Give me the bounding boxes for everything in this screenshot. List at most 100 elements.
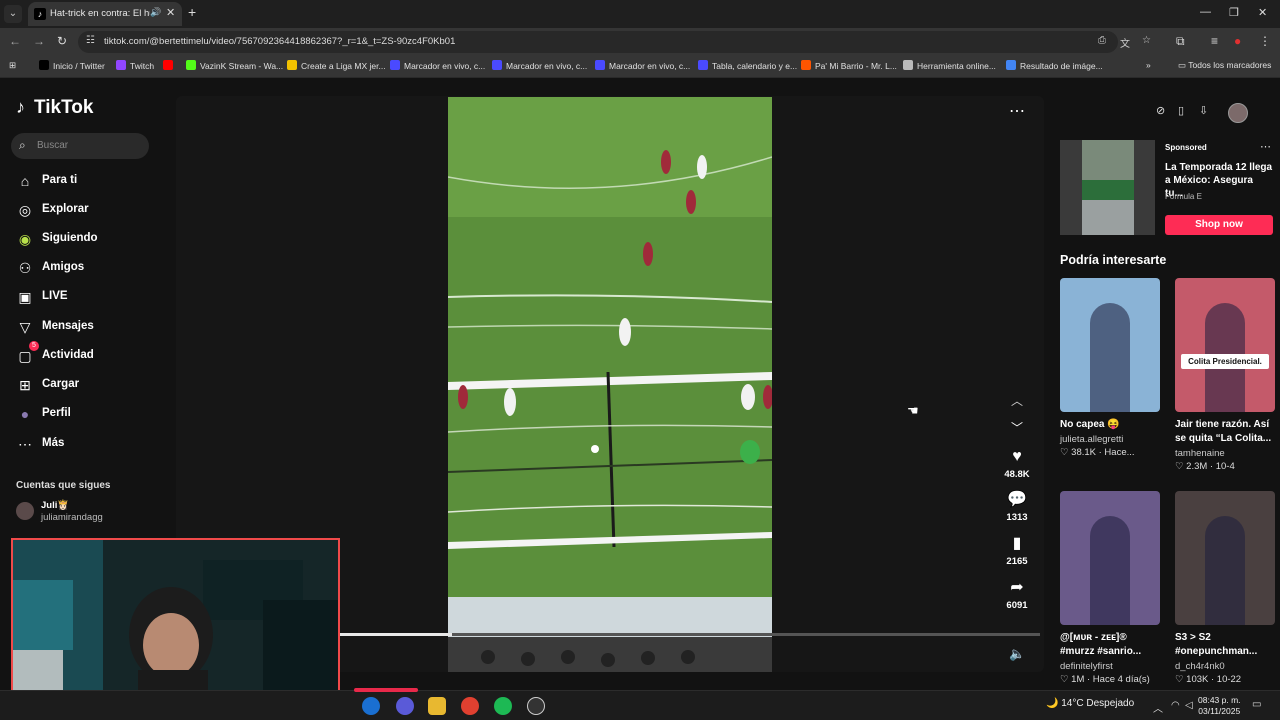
speaker-icon[interactable]: ◁: [1185, 700, 1193, 711]
notification-badge: 5: [29, 341, 39, 351]
ad-more-icon[interactable]: ⋯: [1260, 140, 1271, 153]
edge-taskbar-icon[interactable]: [362, 697, 380, 715]
bookmark-star-icon[interactable]: ☆: [1142, 35, 1151, 46]
video-more-options-icon[interactable]: ⋯: [1009, 101, 1025, 121]
video-caption: No capea 😝: [1060, 419, 1120, 430]
previous-video-arrow-icon[interactable]: ︿: [1011, 392, 1023, 409]
bookmark-item[interactable]: Pa' Mi Barrio - Mr. L...: [801, 60, 897, 71]
share-count: 6091: [1006, 600, 1028, 611]
device-icon[interactable]: ▯: [1178, 104, 1184, 117]
forward-icon[interactable]: →: [33, 34, 45, 48]
video-thumbnail[interactable]: Colita Presidencial.: [1175, 278, 1275, 412]
video-thumbnail[interactable]: [1060, 278, 1160, 412]
new-tab-button[interactable]: +: [188, 4, 196, 20]
media-control-icon[interactable]: ≡: [1211, 34, 1218, 48]
webcam-overlay: [11, 538, 340, 714]
shop-now-button[interactable]: Shop now: [1165, 215, 1273, 235]
tab-title: Hat-trick en contra: El hum: [50, 8, 150, 19]
site-info-icon[interactable]: ☷: [86, 35, 95, 46]
share-button[interactable]: ➦ 6091: [1000, 578, 1034, 611]
like-button[interactable]: ♥ 48.8K: [1000, 447, 1034, 480]
close-window-icon[interactable]: ✕: [1258, 6, 1267, 19]
bookmark-item[interactable]: Marcador en vivo, c...: [595, 60, 690, 71]
bookmark-favicon-icon: [801, 60, 811, 70]
browser-tab[interactable]: ♪ Hat-trick en contra: El hum 🔊 ✕: [28, 2, 182, 26]
minimize-window-icon[interactable]: —: [1200, 6, 1211, 18]
nav-item-label: Más: [42, 437, 65, 449]
video-thumbnail[interactable]: [1175, 491, 1275, 625]
recommended-video-card[interactable]: @[ᴍᴜʀ - ᴢᴇᴇ]® #murzz #sanrio... definitel…: [1060, 491, 1162, 685]
tab-search-button[interactable]: ⌄: [4, 5, 22, 23]
comment-button[interactable]: 💬 1313: [1000, 490, 1034, 523]
back-icon[interactable]: ←: [9, 34, 21, 48]
bookmark-label: Marcador en vivo, c...: [609, 61, 691, 71]
apps-grid-icon[interactable]: ⊞: [9, 60, 16, 71]
translate-icon[interactable]: 文: [1120, 35, 1130, 50]
close-tab-icon[interactable]: ✕: [166, 6, 175, 19]
audio-playing-icon[interactable]: 🔊: [150, 7, 161, 18]
more-bookmarks-icon[interactable]: »: [1146, 60, 1151, 70]
thumbnail-figure: [1205, 516, 1245, 625]
bookmark-favicon-icon: [39, 60, 49, 70]
recommended-video-card[interactable]: No capea 😝 julieta.allegretti ♡ 38.1K · Ha…: [1060, 278, 1162, 458]
user-avatar[interactable]: [1228, 103, 1248, 123]
profile-icon: ●: [20, 406, 30, 422]
notifications-icon[interactable]: ▭: [1252, 699, 1261, 710]
bookmark-item[interactable]: [163, 60, 177, 71]
nav-item-label: Siguiendo: [42, 232, 98, 244]
all-bookmarks-folder[interactable]: ▭ Todos los marcadores: [1178, 60, 1271, 71]
download-icon[interactable]: ⇩: [1199, 104, 1208, 117]
nav-item-label: Explorar: [42, 203, 89, 215]
chrome-taskbar-icon[interactable]: [461, 697, 479, 715]
install-app-icon[interactable]: ⎙: [1098, 35, 1106, 46]
video-player[interactable]: [448, 97, 772, 672]
extensions-icon[interactable]: ⧉: [1176, 34, 1185, 49]
save-button[interactable]: ▮ 2165: [1000, 534, 1034, 567]
bookmark-item[interactable]: Twitch: [116, 60, 154, 71]
recommended-video-card[interactable]: S3 > S2 #onepunchman... d_ch4r4nk0 ♡ 103K …: [1175, 491, 1277, 685]
bookmark-item[interactable]: Create a Liga MX jer...: [287, 60, 386, 71]
wifi-icon[interactable]: ◠: [1171, 700, 1180, 711]
volume-icon[interactable]: 🔈: [1009, 646, 1025, 662]
browser-menu-icon[interactable]: ⋮: [1259, 34, 1271, 48]
bookmark-item[interactable]: Herramienta online...: [903, 60, 996, 71]
coins-icon[interactable]: ⊘: [1156, 104, 1165, 117]
obs-taskbar-icon[interactable]: [527, 697, 545, 715]
bookmark-item[interactable]: Marcador en vivo, c...: [390, 60, 485, 71]
thumbnail-overlay-text: Colita Presidencial.: [1181, 354, 1269, 369]
discord-taskbar-icon[interactable]: [396, 697, 414, 715]
tiktok-note-icon: ♪: [16, 97, 25, 117]
tiktok-favicon-icon: ♪: [34, 8, 46, 20]
next-video-arrow-icon[interactable]: ﹀: [1011, 419, 1023, 436]
video-thumbnail[interactable]: [1060, 491, 1160, 625]
comment-count: 1313: [1006, 512, 1028, 523]
profile-icon[interactable]: ●: [1234, 34, 1241, 48]
video-progress-bar[interactable]: [340, 633, 1040, 636]
tiktok-logo[interactable]: ♪ TikTok: [16, 97, 93, 119]
spotify-taskbar-icon[interactable]: [494, 697, 512, 715]
bookmark-item[interactable]: Tabla, calendario y e...: [698, 60, 797, 71]
bookmark-item[interactable]: Marcador en vivo, c...: [492, 60, 587, 71]
bookmark-favicon-icon: [116, 60, 126, 70]
ad-image: [1060, 140, 1155, 235]
ad-thumbnail[interactable]: [1060, 140, 1155, 235]
recommended-video-card[interactable]: Colita Presidencial. Jair tiene razón. As…: [1175, 278, 1277, 472]
screen: ⌄ ♪ Hat-trick en contra: El hum 🔊 ✕ + — …: [0, 0, 1280, 720]
video-caption: @[ᴍᴜʀ - ᴢᴇᴇ]® #murzz #sanrio...: [1060, 632, 1142, 657]
url-text[interactable]: tiktok.com/@bertettimelu/video/756709236…: [104, 36, 455, 47]
sponsored-label: Sponsored: [1165, 143, 1207, 152]
nav-item-label: Actividad: [42, 349, 94, 361]
address-bar[interactable]: ☷ tiktok.com/@bertettimelu/video/7567092…: [78, 31, 1151, 53]
bookmark-item[interactable]: Resultado de imáge...: [1006, 60, 1103, 71]
system-clock[interactable]: 08:43 p. m. 03/11/2025: [1198, 695, 1241, 717]
file-explorer-taskbar-icon[interactable]: [428, 697, 446, 715]
bookmark-icon: ▮: [1012, 535, 1022, 552]
reload-icon[interactable]: ↻: [57, 34, 67, 48]
bookmark-item[interactable]: VazinK Stream - Wa...: [186, 60, 283, 71]
search-input[interactable]: ⌕ Buscar: [11, 133, 149, 159]
restore-window-icon[interactable]: ❐: [1229, 6, 1239, 19]
tray-overflow-icon[interactable]: ︿: [1153, 700, 1163, 715]
bookmark-item[interactable]: Inicio / Twitter: [39, 60, 105, 71]
weather-widget[interactable]: 🌙 14°C Despejado: [1046, 698, 1134, 709]
bookmark-favicon-icon: [390, 60, 400, 70]
